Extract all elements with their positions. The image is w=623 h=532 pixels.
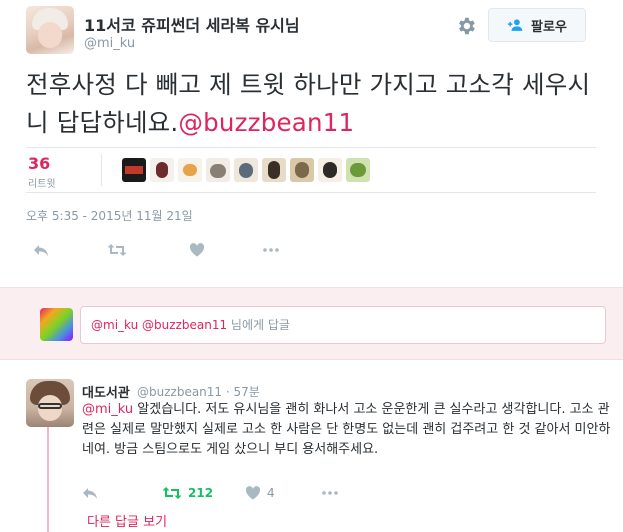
reply-mention-1: @mi_ku [91,318,139,332]
retweeter-avatar[interactable] [318,158,342,182]
more-replies-link[interactable]: 다른 답글 보기 [87,511,167,530]
reply-tweet: 대도서관 @buzzbean11 · 57분 @mi_ku 알겠습니다. 저도 … [0,361,623,532]
retweeter-avatar[interactable] [206,158,230,182]
reply-author-handle-time[interactable]: @buzzbean11 · 57분 [137,383,260,400]
reply-mention-2: @buzzbean11 [142,318,228,332]
like-icon [245,486,261,500]
reply-like-button[interactable]: 4 [245,483,275,503]
author-display-name[interactable]: 11서코 쥬피썬더 세라복 유시님 [84,12,300,36]
retweet-count[interactable]: 36 [28,154,50,173]
more-icon[interactable] [260,240,282,260]
reply-input[interactable]: @mi_ku @buzzbean11 님에게 답글 [80,306,606,344]
reply-author-name[interactable]: 대도서관 [82,382,130,401]
gear-icon[interactable] [455,15,477,37]
follow-button[interactable]: 팔로우 [488,8,586,42]
tweet-text: 전후사정 다 빼고 제 트윗 하나만 가지고 고소각 세우시니 답답하네요.@b… [26,66,596,142]
retweeter-avatar[interactable] [262,158,286,182]
avatar-face [38,22,62,48]
reply-text: @mi_ku 알겠습니다. 저도 유시님을 괜히 화나서 고소 운운한게 큰 실… [82,400,612,460]
reply-composer: @mi_ku @buzzbean11 님에게 답글 [0,287,623,360]
reply-reply-icon[interactable] [82,483,98,503]
reply-actions: 212 4 [82,483,382,503]
retweet-icon [162,487,182,499]
author-avatar[interactable] [26,6,74,54]
tweet-mention-link[interactable]: @buzzbean11 [178,108,354,137]
retweet-icon[interactable] [106,240,128,260]
tweet-timestamp[interactable]: 오후 5:35 - 2015년 11월 21일 [26,207,193,224]
reply-more-icon[interactable] [322,483,338,503]
reply-placeholder-suffix: 님에게 답글 [227,318,290,332]
author-handle[interactable]: @mi_ku [84,36,135,51]
reply-icon[interactable] [30,240,52,260]
add-user-icon [507,19,523,31]
tweet-stats: 36 리트윗 [26,147,596,193]
current-user-avatar [40,308,73,341]
follow-label: 팔로우 [531,19,567,35]
retweeter-avatar[interactable] [122,158,146,182]
reply-text-mention[interactable]: @mi_ku [82,402,133,417]
stat-divider [101,154,102,186]
avatar-glasses [38,403,62,409]
thread-line [47,421,49,532]
retweet-count-label: 리트윗 [28,179,56,190]
retweeter-avatar[interactable] [346,158,370,182]
reply-retweet-count: 212 [188,486,214,500]
reply-text-body: 알겠습니다. 저도 유시님을 괜히 화나서 고소 운운한게 큰 실수라고 생각합… [82,402,611,457]
reply-like-count: 4 [267,486,275,500]
reply-retweet-button[interactable]: 212 [162,483,213,503]
reply-author-avatar[interactable] [26,379,74,427]
retweeter-avatar[interactable] [178,158,202,182]
tweet-header: 11서코 쥬피썬더 세라복 유시님 @mi_ku 팔로우 [0,0,623,64]
retweeter-avatar[interactable] [290,158,314,182]
retweeter-avatar[interactable] [234,158,258,182]
like-icon[interactable] [186,240,208,260]
retweeter-avatars [122,158,370,182]
retweeter-avatar[interactable] [150,158,174,182]
